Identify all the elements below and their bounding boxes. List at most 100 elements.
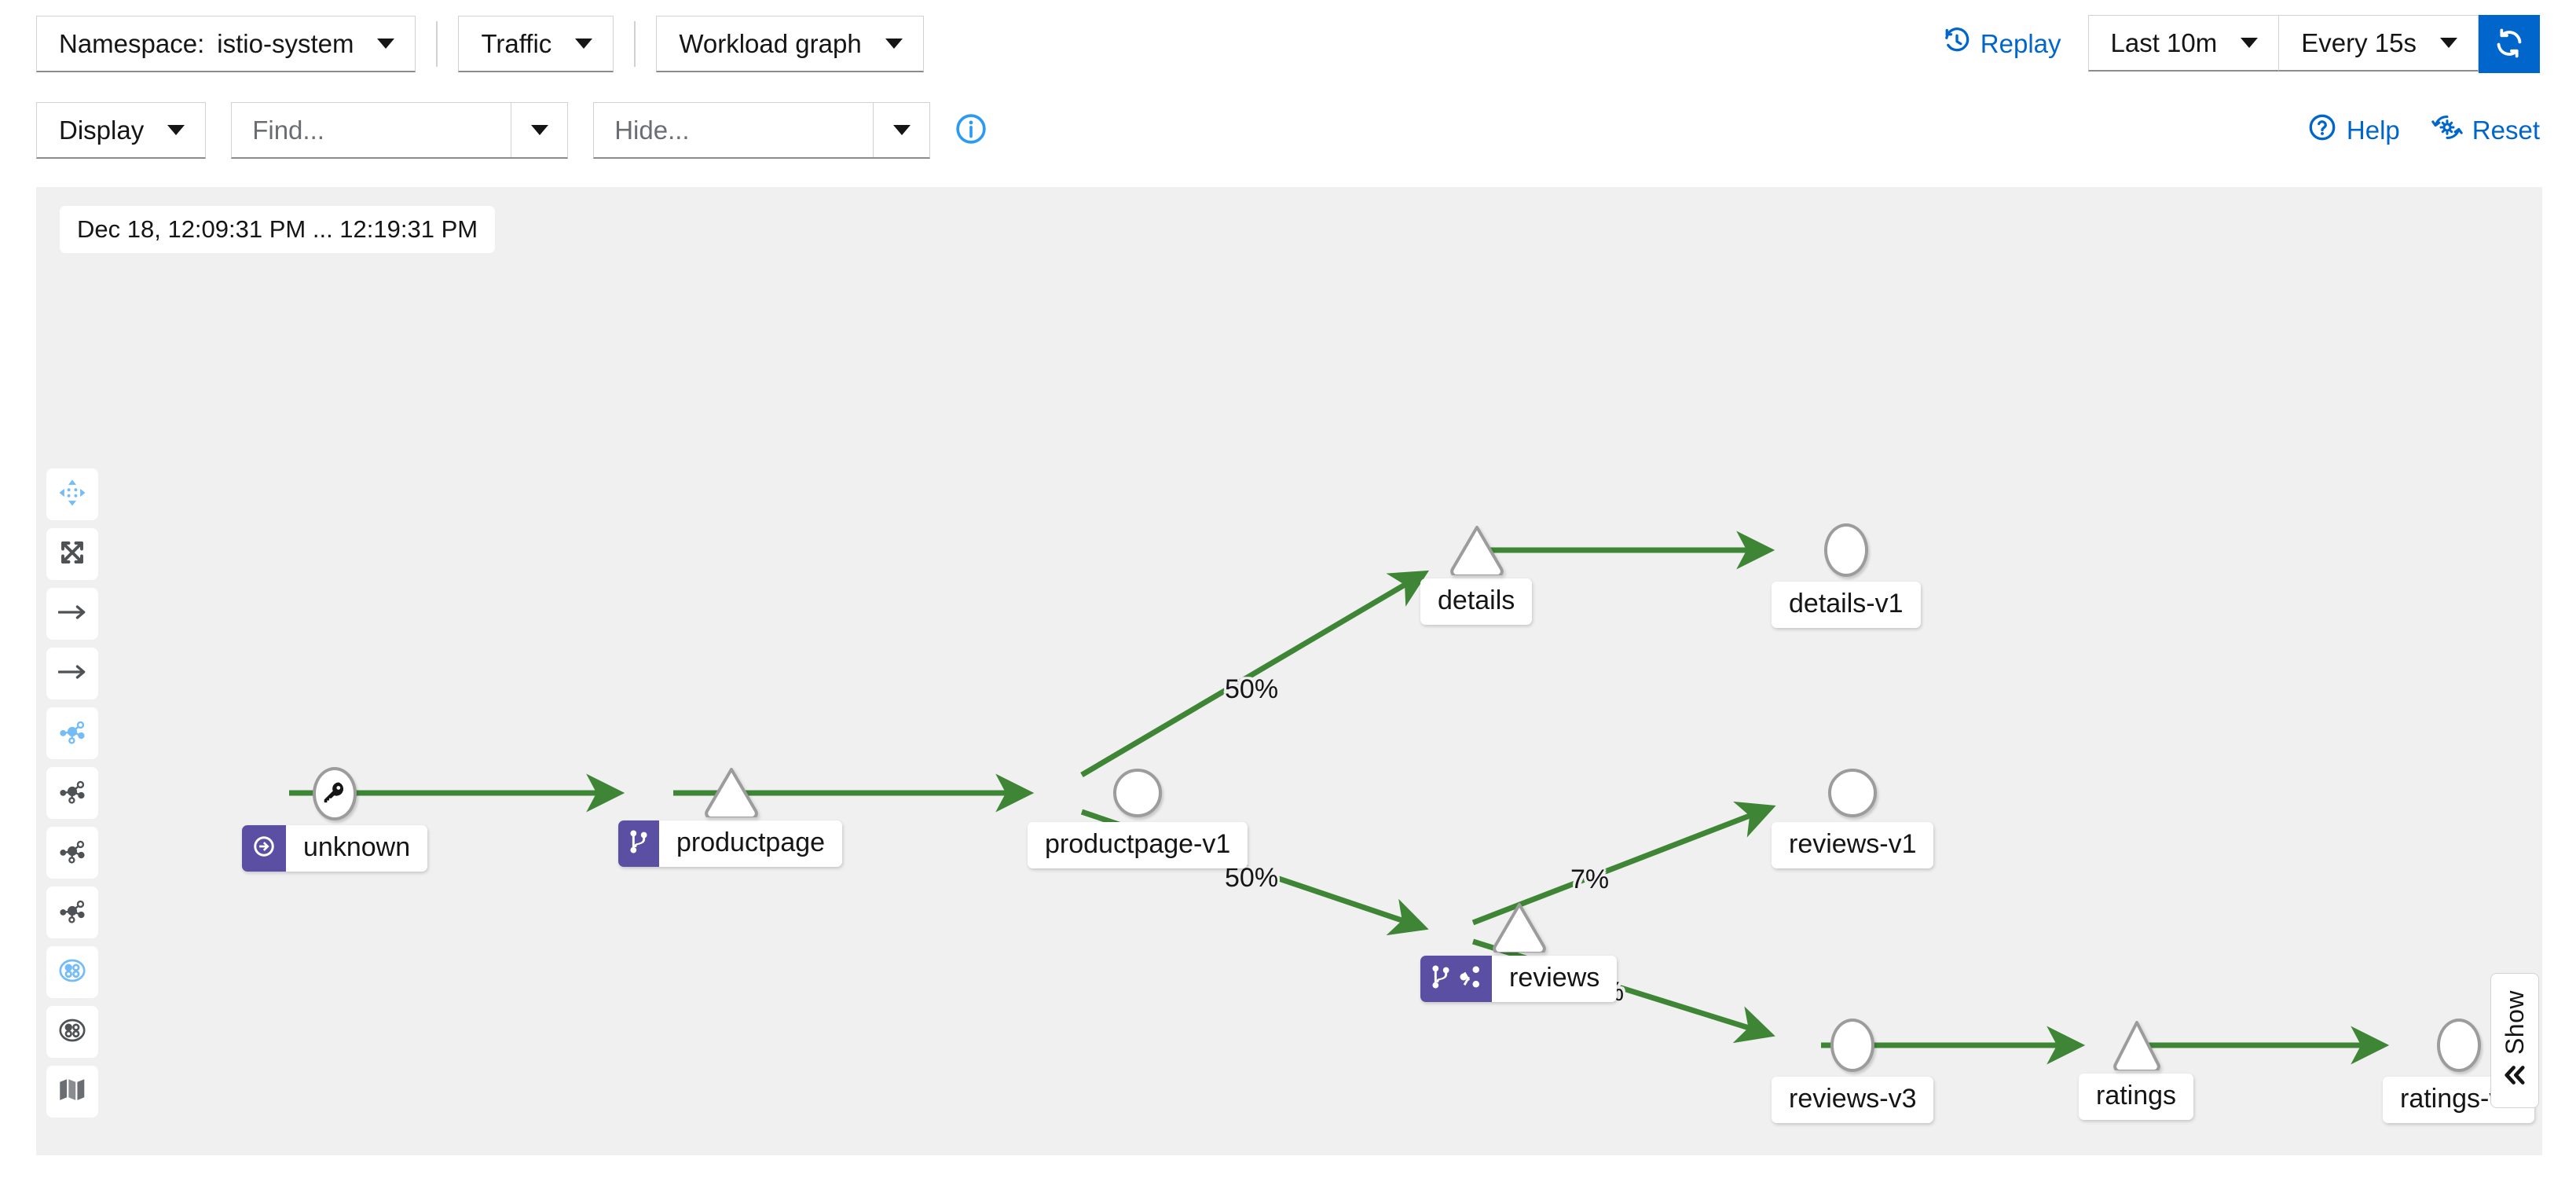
productpage-v1-node-label: productpage-v1: [1028, 822, 1248, 869]
reviews-v3-node-shape: [1830, 1019, 1875, 1072]
code-branch-icon: [628, 829, 649, 858]
chevron-down-icon: [167, 125, 185, 135]
traffic-label: Traffic: [481, 28, 552, 58]
chevron-down-icon: [892, 125, 911, 135]
productpage-node-badges: [618, 820, 659, 868]
hide-input-text[interactable]: Hide...: [594, 103, 873, 157]
topology-grid-button[interactable]: [46, 767, 98, 819]
traffic-select[interactable]: Traffic: [458, 16, 614, 72]
topology-breadth-button[interactable]: [46, 886, 98, 938]
legend-map-button[interactable]: [46, 1066, 98, 1118]
display-select[interactable]: Display: [36, 102, 207, 159]
graph-node-reviews-v1[interactable]: reviews-v1: [1772, 769, 1934, 869]
show-side-panel-tab[interactable]: Show: [2490, 973, 2539, 1108]
time-range-select[interactable]: Last 10m: [2087, 15, 2279, 72]
topology-dagre-button[interactable]: [46, 707, 98, 759]
productpage-node-shape: [704, 767, 758, 817]
top-toolbar-left: Namespace: istio-system Traffic Workload…: [36, 16, 924, 72]
legend-map-icon: [58, 1077, 86, 1107]
graph-node-details-v1[interactable]: details-v1: [1772, 523, 1921, 629]
unknown-node-badges: [242, 825, 286, 872]
unknown-node-label-row[interactable]: unknown: [242, 825, 428, 872]
edge-label: 7%: [1570, 864, 1610, 894]
topology-breadth-icon: [57, 896, 87, 930]
chevron-down-icon: [575, 39, 593, 49]
reviews-node-label-row[interactable]: reviews: [1420, 956, 1618, 1003]
graph-node-reviews[interactable]: reviews: [1420, 902, 1618, 1003]
details-node-label-row[interactable]: details: [1420, 578, 1533, 626]
chevron-down-icon: [2440, 38, 2457, 48]
reset-button[interactable]: Reset: [2431, 112, 2540, 149]
chevron-down-icon: [377, 39, 395, 49]
edge-label: 50%: [1225, 674, 1279, 704]
ratings-node-shape: [2109, 1020, 2163, 1070]
hide-dropdown-toggle[interactable]: [873, 103, 929, 157]
arrow-right-button-2[interactable]: [46, 648, 98, 699]
details-v1-node-label-row[interactable]: details-v1: [1772, 582, 1921, 629]
time-range-label: Last 10m: [2110, 28, 2218, 57]
find-hide-info-button[interactable]: [954, 112, 988, 150]
graph-node-ratings[interactable]: ratings: [2079, 1020, 2194, 1121]
arrow-circle-right-icon: [252, 835, 276, 862]
top-toolbar-right: Replay Last 10m Every 15s: [1943, 15, 2540, 73]
service-graph-canvas[interactable]: Dec 18, 12:09:31 PM ... 12:19:31 PM 50% …: [36, 187, 2542, 1155]
chevron-down-icon: [2241, 38, 2259, 48]
graph-type-select[interactable]: Workload graph: [656, 16, 924, 72]
refresh-icon: [2494, 28, 2524, 61]
productpage-v1-node-shape: [1113, 769, 1163, 817]
drag-pan-icon: [57, 478, 87, 512]
help-button[interactable]: Help: [2307, 112, 2400, 149]
ratings-v1-node-shape: [2436, 1019, 2481, 1072]
graph-node-productpage[interactable]: productpage: [618, 767, 843, 868]
productpage-node-label: productpage: [659, 820, 843, 868]
productpage-v1-node-label-row[interactable]: productpage-v1: [1028, 822, 1248, 869]
refresh-interval-select[interactable]: Every 15s: [2278, 15, 2479, 72]
history-icon: [1943, 27, 1981, 61]
namespace-select[interactable]: Namespace: istio-system: [36, 16, 416, 72]
code-branch-icon: [1431, 964, 1451, 993]
ratings-node-label: ratings: [2079, 1074, 2194, 1121]
arrow-right-icon: [57, 604, 86, 624]
namespace-box-button[interactable]: [46, 946, 98, 998]
reviews-node-badges: [1420, 956, 1492, 1003]
reviews-node-shape: [1492, 902, 1546, 953]
graph-settings-right: Help Reset: [2307, 112, 2540, 149]
drag-pan-button[interactable]: [46, 468, 98, 520]
find-dropdown-toggle[interactable]: [511, 103, 567, 157]
graph-type-label: Workload graph: [679, 28, 862, 58]
toolbar-divider-1: [436, 21, 438, 67]
topology-concentric-icon: [57, 836, 87, 870]
reviews-v1-node-shape: [1828, 769, 1878, 817]
find-input-text[interactable]: Find...: [232, 103, 511, 157]
ratings-node-label-row[interactable]: ratings: [2079, 1074, 2194, 1121]
details-v1-node-shape: [1823, 523, 1868, 577]
details-node-label: details: [1420, 578, 1533, 626]
refresh-button[interactable]: [2479, 15, 2540, 73]
graph-node-unknown[interactable]: unknown: [242, 767, 428, 872]
chevron-down-icon: [530, 125, 548, 135]
reviews-v1-node-label-row[interactable]: reviews-v1: [1772, 822, 1934, 869]
graph-settings-left: Display Find... Hide...: [36, 102, 988, 159]
expand-arrows-button[interactable]: [46, 528, 98, 580]
reviews-v3-node-label-row[interactable]: reviews-v3: [1772, 1077, 1934, 1124]
hide-input[interactable]: Hide...: [593, 102, 931, 159]
graph-edges-layer: [289, 530, 2390, 1065]
graph-node-productpage-v1[interactable]: productpage-v1: [1028, 769, 1248, 869]
top-toolbar: Namespace: istio-system Traffic Workload…: [0, 0, 2576, 88]
cluster-box-button[interactable]: [46, 1006, 98, 1058]
productpage-node-label-row[interactable]: productpage: [618, 820, 843, 868]
reviews-node-label: reviews: [1492, 956, 1618, 1003]
namespace-label: Namespace:: [59, 28, 205, 58]
graph-node-reviews-v3[interactable]: reviews-v3: [1772, 1019, 1934, 1124]
reviews-v3-node-label: reviews-v3: [1772, 1077, 1934, 1124]
arrow-right-button-1[interactable]: [46, 588, 98, 640]
graph-settings-toolbar: Display Find... Hide... Help Reset: [0, 88, 2576, 173]
find-input[interactable]: Find...: [231, 102, 569, 159]
graph-tools-rail: [46, 468, 98, 1118]
topology-concentric-button[interactable]: [46, 827, 98, 879]
replay-button[interactable]: Replay: [1943, 27, 2061, 61]
unknown-node-label: unknown: [286, 825, 428, 872]
chevron-down-icon: [885, 39, 903, 49]
graph-node-details[interactable]: details: [1420, 525, 1533, 626]
replay-label: Replay: [1980, 29, 2061, 58]
